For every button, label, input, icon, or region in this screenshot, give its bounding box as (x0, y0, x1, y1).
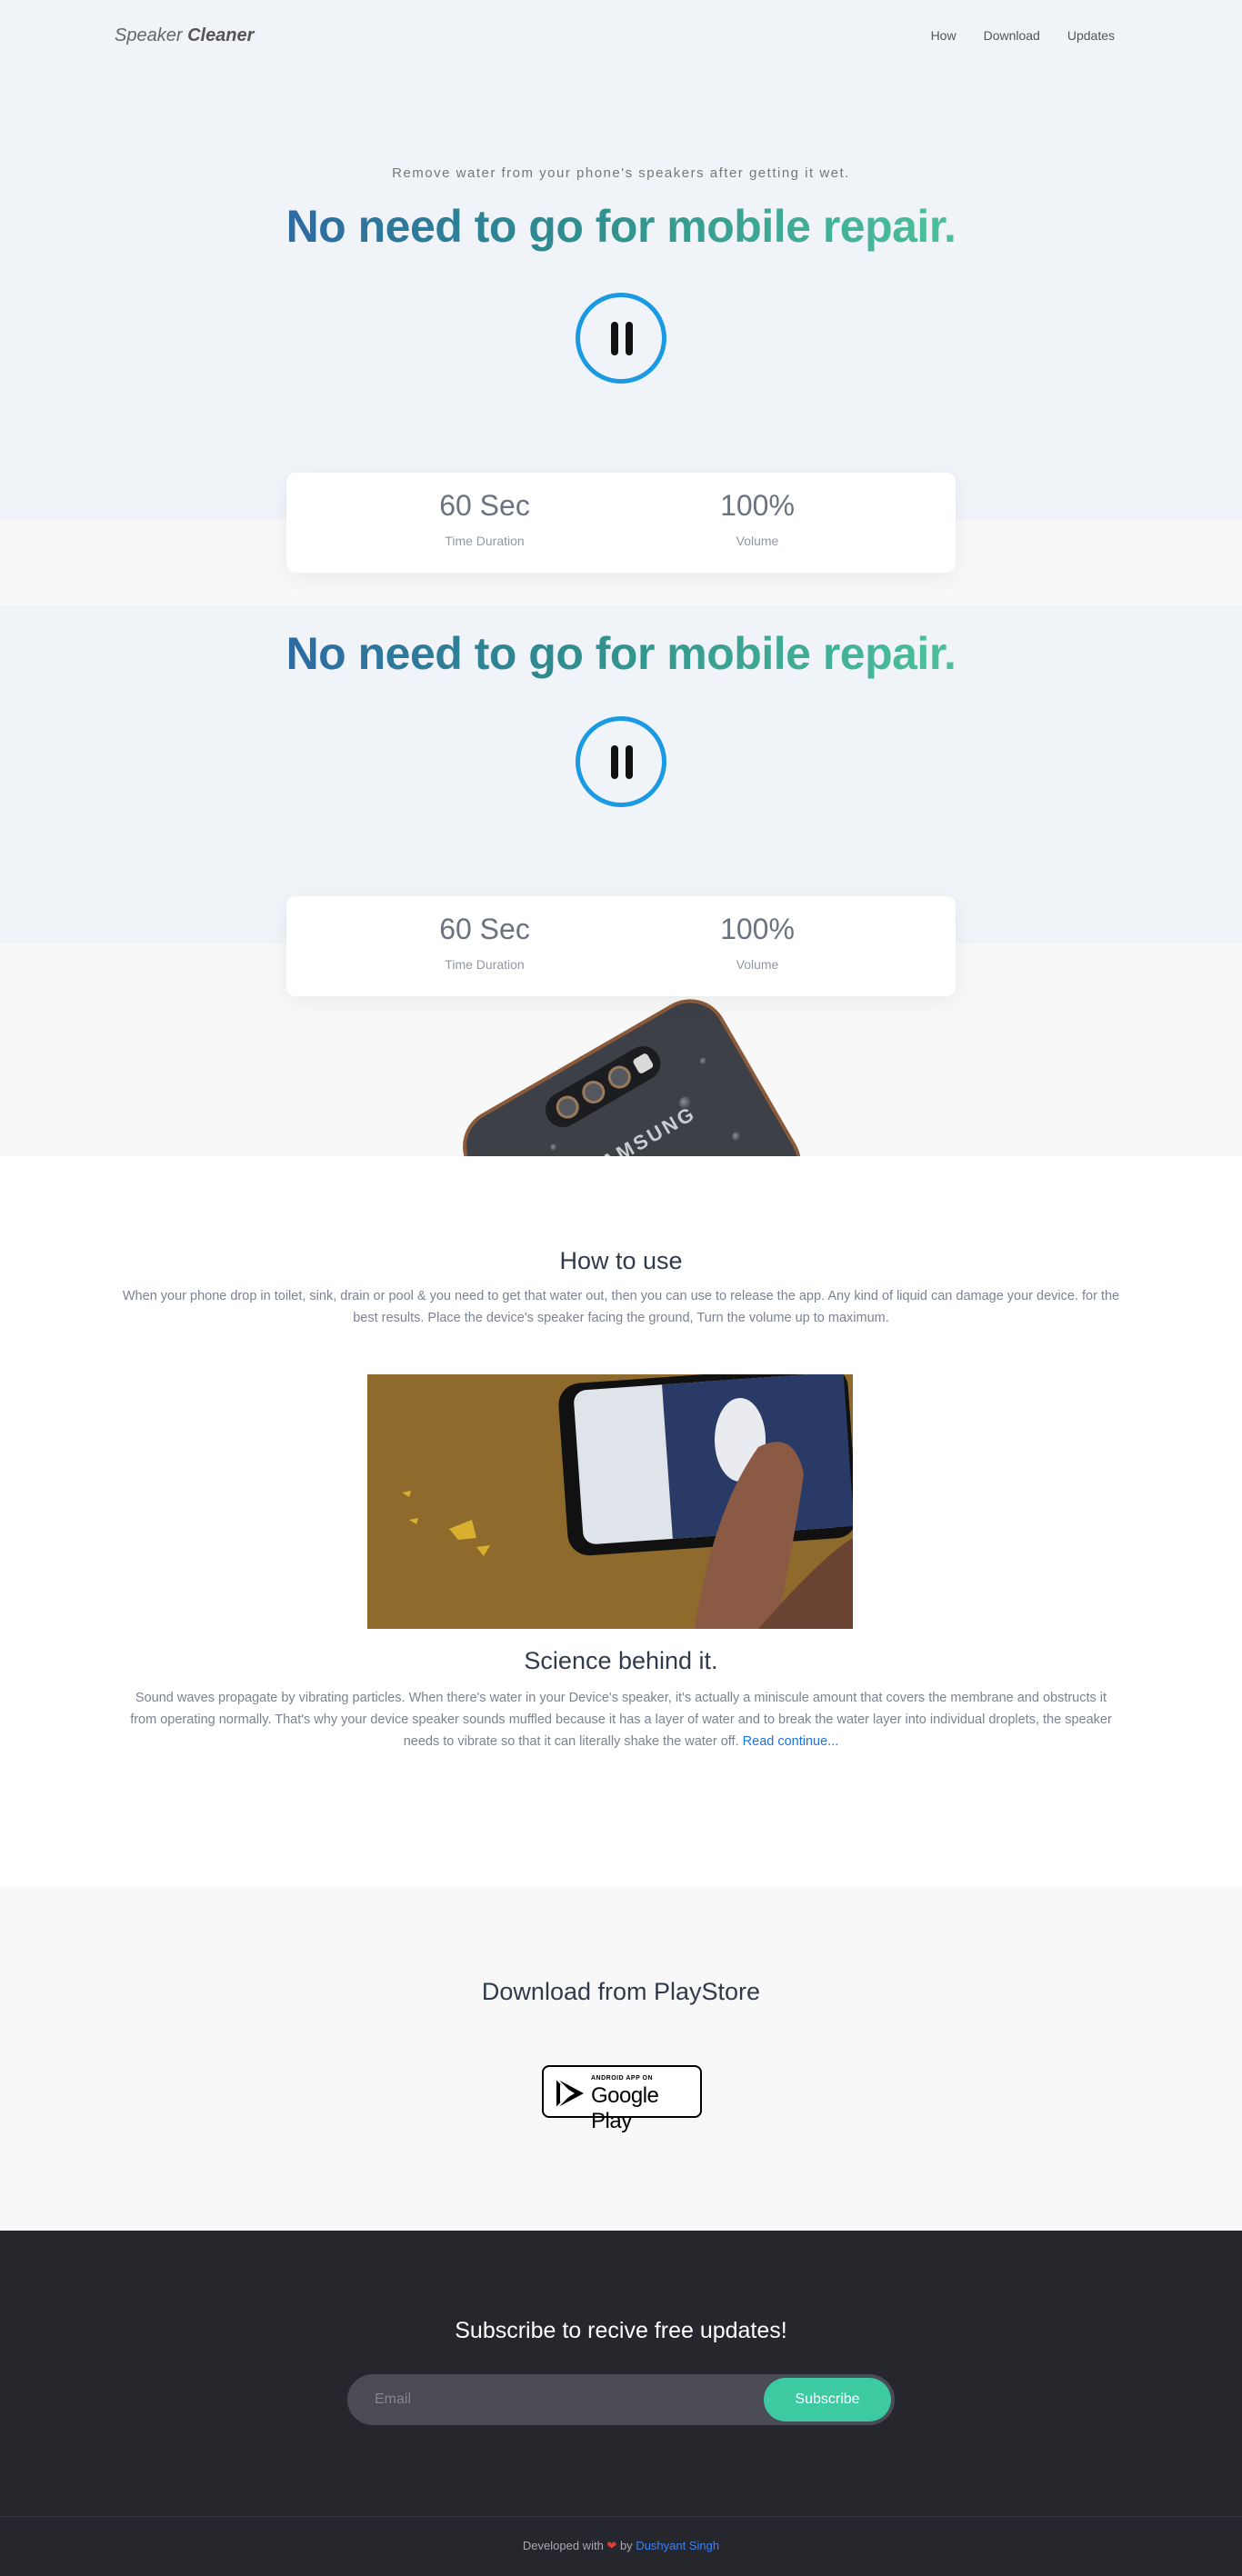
subscribe-form: Subscribe (347, 2374, 895, 2425)
pause-button[interactable] (576, 293, 666, 384)
nav-link-updates[interactable]: Updates (1067, 28, 1115, 43)
hero-section: Remove water from your phone's speakers … (0, 73, 1242, 520)
how-title: How to use (559, 1247, 683, 1274)
stat-volume: 100% Volume (720, 489, 795, 548)
stat-duration: 60 Sec Time Duration (439, 913, 530, 972)
science-title: Science behind it. (524, 1647, 718, 1674)
stats-card: 60 Sec Time Duration 100% Volume (286, 896, 956, 996)
how-text: When your phone drop in toilet, sink, dr… (122, 1289, 1120, 1325)
brand-bold: Cleaner (187, 25, 255, 45)
download-section: Download from PlayStore ANDROID APP ON G… (0, 1887, 1242, 2231)
pause-icon (611, 322, 618, 355)
nav-link-how[interactable]: How (931, 28, 957, 43)
hero-tagline: Remove water from your phone's speakers … (392, 165, 850, 181)
hero-headline: No need to go for mobile repair. (285, 628, 957, 679)
hero-section-duplicate: No need to go for mobile repair. (0, 605, 1242, 944)
subscribe-button[interactable]: Subscribe (764, 2378, 891, 2421)
play-store-icon (556, 2078, 584, 2109)
how-section: How to use When your phone drop in toile… (0, 1156, 1242, 1887)
footer-credit: Developed with ❤ by Dushyant Singh (522, 2539, 720, 2552)
nav-link-download[interactable]: Download (984, 28, 1040, 43)
demo-gif (367, 1374, 853, 1629)
nav-links: How Download Updates (931, 28, 1115, 43)
author-link[interactable]: Dushyant Singh (636, 2539, 719, 2552)
brand-light: Speaker (115, 25, 183, 45)
email-input[interactable] (375, 2389, 738, 2411)
pause-icon (611, 745, 618, 779)
stat-volume: 100% Volume (720, 913, 795, 972)
google-play-badge[interactable]: ANDROID APP ON Google Play (542, 2065, 702, 2133)
subscribe-section: Subscribe to recive free updates! Subscr… (0, 2231, 1242, 2516)
read-continue-link[interactable]: Read continue... (743, 1734, 839, 1749)
brand-logo[interactable]: Speaker Cleaner (115, 25, 254, 46)
footer: Developed with ❤ by Dushyant Singh (0, 2516, 1242, 2576)
hero-headline: No need to go for mobile repair. (285, 201, 957, 252)
pause-button[interactable] (576, 716, 666, 807)
science-text: Sound waves propagate by vibrating parti… (130, 1691, 1112, 1749)
stat-duration: 60 Sec Time Duration (439, 489, 530, 548)
heart-icon: ❤ (606, 2539, 617, 2552)
download-title: Download from PlayStore (481, 1978, 761, 2005)
subscribe-title: Subscribe to recive free updates! (455, 2318, 787, 2343)
top-nav: Speaker Cleaner How Download Updates (0, 0, 1242, 73)
stats-card: 60 Sec Time Duration 100% Volume (286, 473, 956, 573)
